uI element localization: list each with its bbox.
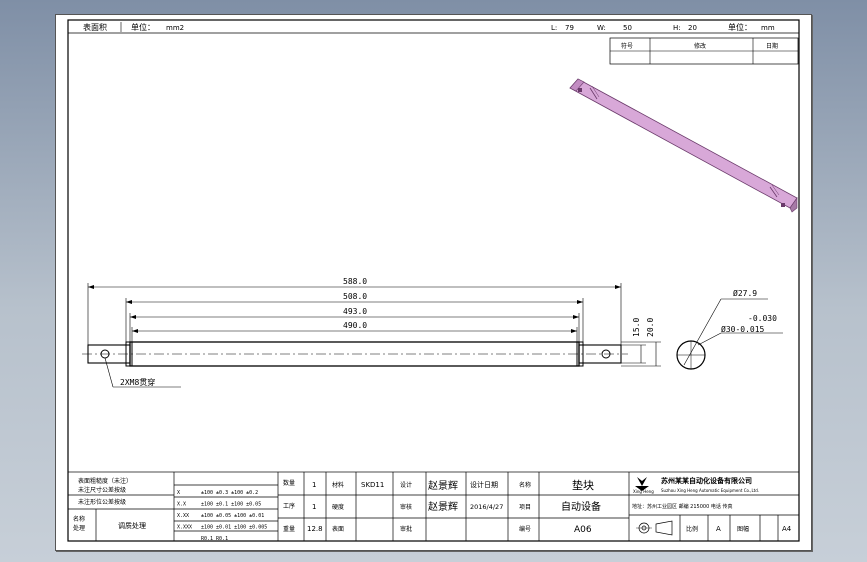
- tolerance-value: ±100 ±0.01 ±100 ±0.005: [201, 525, 267, 531]
- header-h-value: 20: [688, 24, 697, 32]
- isometric-shaft-view[interactable]: [569, 78, 798, 213]
- tolerance-note-1: 表面粗糙度（未注）: [78, 477, 132, 485]
- section-view[interactable]: [676, 298, 783, 370]
- drawing-canvas: 表面积 单位： mm2 L: 79 W: 50 H: 20 单位： mm 符号 …: [67, 19, 800, 542]
- header-l-label: L:: [551, 24, 557, 32]
- company-address: 地址：苏州工业园区 邮编 215000 电话 传真: [632, 503, 732, 510]
- header-unit-value-2: mm: [761, 24, 775, 32]
- project-value: 自动设备: [561, 500, 601, 513]
- dimension-15: 15.0: [632, 318, 641, 337]
- viewport-background: 表面积 单位： mm2 L: 79 W: 50 H: 20 单位： mm 符号 …: [0, 0, 867, 562]
- sheet-value: A4: [782, 525, 792, 533]
- design-date-value: 2016/4/27: [470, 503, 503, 511]
- header-l-value: 79: [565, 24, 574, 32]
- tolerance-value: ±100 ±0.05 ±100 ±0.01: [201, 513, 264, 519]
- dimension-490: 490.0: [343, 321, 367, 330]
- designer-label: 设计: [400, 481, 412, 489]
- revision-table: 符号 修改 日期: [609, 37, 799, 65]
- logo-text: Xing Heng: [633, 489, 654, 494]
- tolerance-key: X.XXX: [177, 525, 192, 531]
- drawing-sheet[interactable]: 表面积 单位： mm2 L: 79 W: 50 H: 20 单位： mm 符号 …: [55, 14, 812, 551]
- weight-label: 重量: [283, 525, 295, 533]
- dimension-493: 493.0: [343, 307, 367, 316]
- header-unit-label-2: 单位：: [728, 22, 752, 32]
- qty-label: 数量: [283, 479, 295, 487]
- revision-header-change: 修改: [694, 42, 706, 50]
- material-value: SKD11: [361, 481, 384, 489]
- tolerance-value: R0.1 R0.1: [201, 536, 228, 542]
- designer-value: 赵景辉: [428, 479, 458, 492]
- diameter-27-9: Ø27.9: [733, 288, 757, 298]
- hole-note: 2XM8贯穿: [120, 377, 155, 387]
- checker-value: 赵景辉: [428, 500, 458, 513]
- tolerance-note-2: 未注尺寸公差按级: [78, 486, 126, 494]
- design-date-label: 设计日期: [470, 480, 498, 489]
- tolerance-value: ±100 ±0.1 ±100 ±0.05: [201, 502, 261, 508]
- diameter-30: Ø30-0.015: [721, 324, 765, 334]
- header-w-label: W:: [597, 24, 606, 32]
- weight-value: 12.8: [307, 525, 323, 533]
- scale-value: A: [716, 525, 721, 533]
- treatment-value: 调质处理: [118, 521, 146, 530]
- sheet-label: 图幅: [737, 525, 749, 533]
- project-label: 项目: [519, 504, 531, 511]
- process-value: 1: [312, 503, 316, 511]
- surface-label: 表面: [332, 525, 344, 533]
- dimension-20: 20.0: [646, 318, 655, 337]
- part-name-value: 垫块: [572, 478, 594, 492]
- dimension-lines: [87, 283, 661, 367]
- checker-label: 审核: [400, 503, 412, 511]
- part-name-label: 名称: [519, 481, 531, 489]
- front-view-shaft[interactable]: [82, 341, 628, 367]
- revision-header-date: 日期: [766, 42, 778, 50]
- code-value: A06: [574, 525, 592, 535]
- code-label: 编号: [519, 525, 531, 533]
- company-name: 苏州某某自动化设备有限公司: [661, 476, 752, 485]
- header-w-value: 50: [623, 24, 632, 32]
- projection-symbol-icon: [636, 520, 673, 536]
- tolerance-key: X: [177, 490, 180, 496]
- header-area-label: 表面积: [83, 22, 107, 32]
- tolerance-value: ±100 ±0.3 ±100 ±0.2: [201, 490, 258, 496]
- approve-label: 审批: [400, 525, 412, 533]
- qty-value: 1: [312, 481, 316, 489]
- treatment-label: 名称处理: [73, 515, 85, 532]
- material-label: 材料: [332, 481, 344, 489]
- header-h-label: H:: [673, 24, 681, 32]
- tolerance-table: X ±100 ±0.3 ±100 ±0.2 X.X ±100 ±0.1 ±100 ±0…: [177, 490, 267, 542]
- drawing-border: [67, 19, 800, 542]
- dimension-508: 508.0: [343, 292, 367, 301]
- tolerance-key: X.X: [177, 502, 186, 508]
- tolerance-note-3: 未注形位公差按级: [78, 498, 126, 506]
- company-name-en: Suzhou Xing Heng Automatic Equipment Co.…: [661, 488, 759, 493]
- revision-header-symbol: 符号: [621, 42, 633, 50]
- header-unit-label-1: 单位：: [131, 22, 155, 32]
- header-unit-value-1: mm2: [166, 24, 184, 32]
- hardness-label: 硬度: [332, 503, 344, 511]
- scale-label: 比例: [686, 525, 698, 533]
- tolerance-upper: -0.030: [748, 314, 777, 323]
- dimension-588: 588.0: [343, 277, 367, 286]
- tolerance-key: X.XX: [177, 513, 189, 519]
- process-label: 工序: [283, 502, 295, 510]
